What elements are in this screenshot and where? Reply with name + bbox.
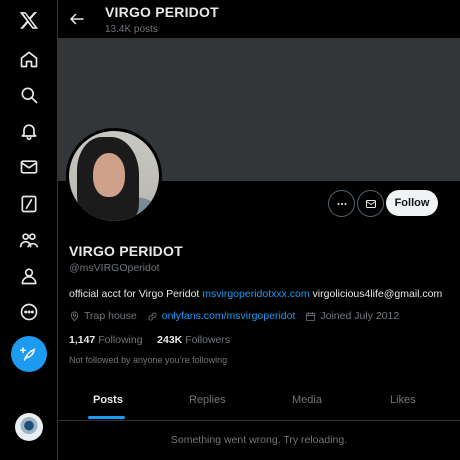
- feather-plus-icon: [20, 347, 36, 361]
- follow-button[interactable]: Follow: [386, 190, 438, 216]
- tab-media[interactable]: Media: [292, 380, 322, 420]
- profile-tabs: Posts Replies Media Likes: [58, 380, 460, 421]
- tab-posts[interactable]: Posts: [93, 380, 123, 420]
- profile-joined: Joined July 2012: [320, 310, 400, 322]
- location-icon: [70, 311, 79, 321]
- profile-meta: Trap house onlyfans.com/msvirgoperidot J…: [69, 310, 409, 322]
- following-count: 1,147: [69, 334, 96, 346]
- link-icon: [148, 312, 157, 320]
- active-tab-indicator: [88, 416, 125, 419]
- following-link[interactable]: 1,147 Following: [69, 334, 143, 346]
- bio-link[interactable]: msvirgoperidotxxx.com: [202, 288, 309, 300]
- profile-stats: 1,147 Following 243K Followers: [69, 334, 230, 346]
- grok-icon[interactable]: [11, 186, 47, 222]
- profile-name: VIRGO PERIDOT: [69, 243, 183, 259]
- bio-email: virgolicious4life@gmail.com: [309, 288, 443, 300]
- calendar-icon: [306, 311, 316, 321]
- profile-website[interactable]: onlyfans.com/msvirgoperidot: [162, 310, 296, 322]
- header-title: VIRGO PERIDOT: [105, 4, 219, 20]
- profile-handle: @msVIRGOperidot: [69, 262, 160, 274]
- post-count: 13.4K posts: [105, 24, 158, 35]
- profile-location: Trap house: [84, 310, 137, 322]
- communities-icon[interactable]: [11, 222, 47, 258]
- ellipsis-icon: [337, 202, 346, 205]
- followers-count: 243K: [157, 334, 183, 346]
- following-label: Following: [98, 334, 143, 346]
- more-icon[interactable]: [11, 294, 47, 330]
- profile-header: VIRGO PERIDOT 13.4K posts: [58, 0, 460, 38]
- tab-likes[interactable]: Likes: [390, 380, 416, 420]
- bell-icon[interactable]: [11, 113, 47, 149]
- profile-main: VIRGO PERIDOT 13.4K posts Follow VIRGO P…: [58, 0, 460, 460]
- tab-replies[interactable]: Replies: [189, 380, 226, 420]
- arrow-left-icon: [70, 13, 84, 25]
- side-nav: [0, 0, 58, 460]
- profile-avatar[interactable]: [66, 128, 162, 224]
- profile-bio: official acct for Virgo Peridot msvirgop…: [69, 288, 442, 300]
- message-button[interactable]: [357, 190, 384, 217]
- profile-icon[interactable]: [11, 258, 47, 294]
- account-avatar[interactable]: [15, 413, 43, 441]
- error-message: Something went wrong. Try reloading.: [170, 434, 348, 446]
- more-options-button[interactable]: [328, 190, 355, 217]
- followers-label: Followers: [185, 334, 231, 346]
- compose-post-button[interactable]: [11, 336, 47, 372]
- back-button[interactable]: [68, 10, 86, 28]
- bio-text: official acct for Virgo Peridot: [69, 288, 203, 300]
- x-logo-icon[interactable]: [11, 2, 47, 38]
- mail-icon: [365, 199, 376, 208]
- search-icon[interactable]: [11, 77, 47, 113]
- not-followed-note: Not followed by anyone you’re following: [69, 355, 228, 365]
- followers-link[interactable]: 243K Followers: [157, 334, 230, 346]
- home-icon[interactable]: [11, 41, 47, 77]
- avatar-photo: [69, 131, 159, 221]
- mail-icon[interactable]: [11, 149, 47, 185]
